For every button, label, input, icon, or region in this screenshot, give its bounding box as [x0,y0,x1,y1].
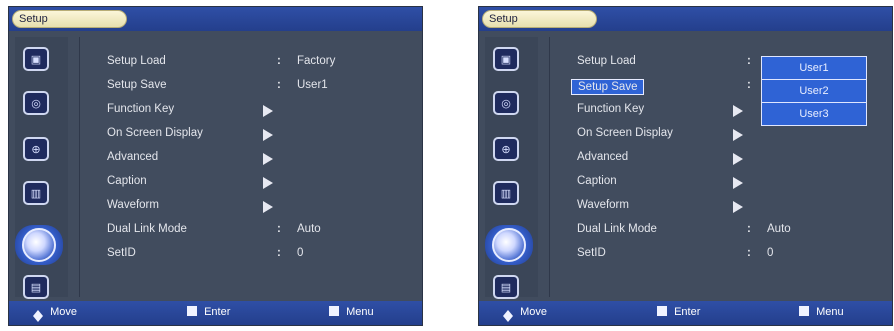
setup-globe-icon[interactable] [15,225,63,265]
enter-icon [187,306,197,316]
footer-enter: Enter [657,306,700,318]
footer-move: Move [503,306,547,322]
globe-icon [22,228,56,262]
globe-icon [492,228,526,262]
menu-item-dual-link-mode[interactable]: Dual Link Mode : Auto [577,223,877,241]
page-title: Setup [482,10,597,28]
submenu-arrow-icon [263,105,273,117]
picture-icon[interactable]: ⊕ [23,137,49,161]
dropdown-option-user2[interactable]: User2 [762,80,866,103]
menu-item-on-screen-display[interactable]: On Screen Display [107,127,407,145]
submenu-arrow-icon [733,153,743,165]
remote-icon[interactable]: ▥ [493,181,519,205]
footer-menu: Menu [329,306,374,318]
submenu-arrow-icon [263,153,273,165]
menu-icon [329,306,339,316]
footer-menu: Menu [799,306,844,318]
submenu-arrow-icon [733,129,743,141]
menu-item-dual-link-mode[interactable]: Dual Link Mode : Auto [107,223,407,241]
dropdown-option-user3[interactable]: User3 [762,103,866,125]
osd-panel-right: Setup ▣ ◎ ⊕ ▥ ▤ Setup Load : Setup Save … [478,6,893,326]
sidebar: ▣ ◎ ⊕ ▥ ▤ [15,37,68,299]
updown-icon [33,310,43,322]
menu-item-caption[interactable]: Caption [107,175,407,193]
menu-item-function-key[interactable]: Function Key [107,103,407,121]
menu-item-setup-load[interactable]: Setup Load : Factory [107,55,407,73]
menu-item-setup-save[interactable]: Setup Save : User1 [107,79,407,97]
remote-icon[interactable]: ▥ [23,181,49,205]
input-icon[interactable]: ▣ [493,47,519,71]
submenu-arrow-icon [733,105,743,117]
title-bar: Setup [9,7,422,31]
submenu-arrow-icon [733,177,743,189]
menu-item-waveform[interactable]: Waveform [577,199,877,217]
divider [549,37,550,297]
menu-item-advanced[interactable]: Advanced [107,151,407,169]
menu-item-setid[interactable]: SetID : 0 [577,247,877,265]
input-icon[interactable]: ▣ [23,47,49,71]
submenu-arrow-icon [733,201,743,213]
enter-icon [657,306,667,316]
menu-item-waveform[interactable]: Waveform [107,199,407,217]
setup-save-dropdown[interactable]: User1 User2 User3 [761,56,867,126]
menu-icon [799,306,809,316]
osd-panel-left: Setup ▣ ◎ ⊕ ▥ ▤ Setup Load : Factory Set… [8,6,423,326]
divider [79,37,80,297]
tv-icon[interactable]: ▤ [493,275,519,299]
menu-item-on-screen-display[interactable]: On Screen Display [577,127,877,145]
menu-list: Setup Load : Factory Setup Save : User1 … [107,55,410,295]
footer-bar: Move Enter Menu [479,301,892,325]
tv-icon[interactable]: ▤ [23,275,49,299]
page-title: Setup [12,10,127,28]
updown-icon [503,310,513,322]
setup-globe-icon[interactable] [485,225,533,265]
menu-item-setid[interactable]: SetID : 0 [107,247,407,265]
speaker-icon[interactable]: ◎ [23,91,49,115]
speaker-icon[interactable]: ◎ [493,91,519,115]
footer-bar: Move Enter Menu [9,301,422,325]
dropdown-option-user1[interactable]: User1 [762,57,866,80]
submenu-arrow-icon [263,201,273,213]
footer-move: Move [33,306,77,322]
submenu-arrow-icon [263,129,273,141]
sidebar: ▣ ◎ ⊕ ▥ ▤ [485,37,538,299]
menu-item-advanced[interactable]: Advanced [577,151,877,169]
menu-item-caption[interactable]: Caption [577,175,877,193]
picture-icon[interactable]: ⊕ [493,137,519,161]
submenu-arrow-icon [263,177,273,189]
title-bar: Setup [479,7,892,31]
footer-enter: Enter [187,306,230,318]
